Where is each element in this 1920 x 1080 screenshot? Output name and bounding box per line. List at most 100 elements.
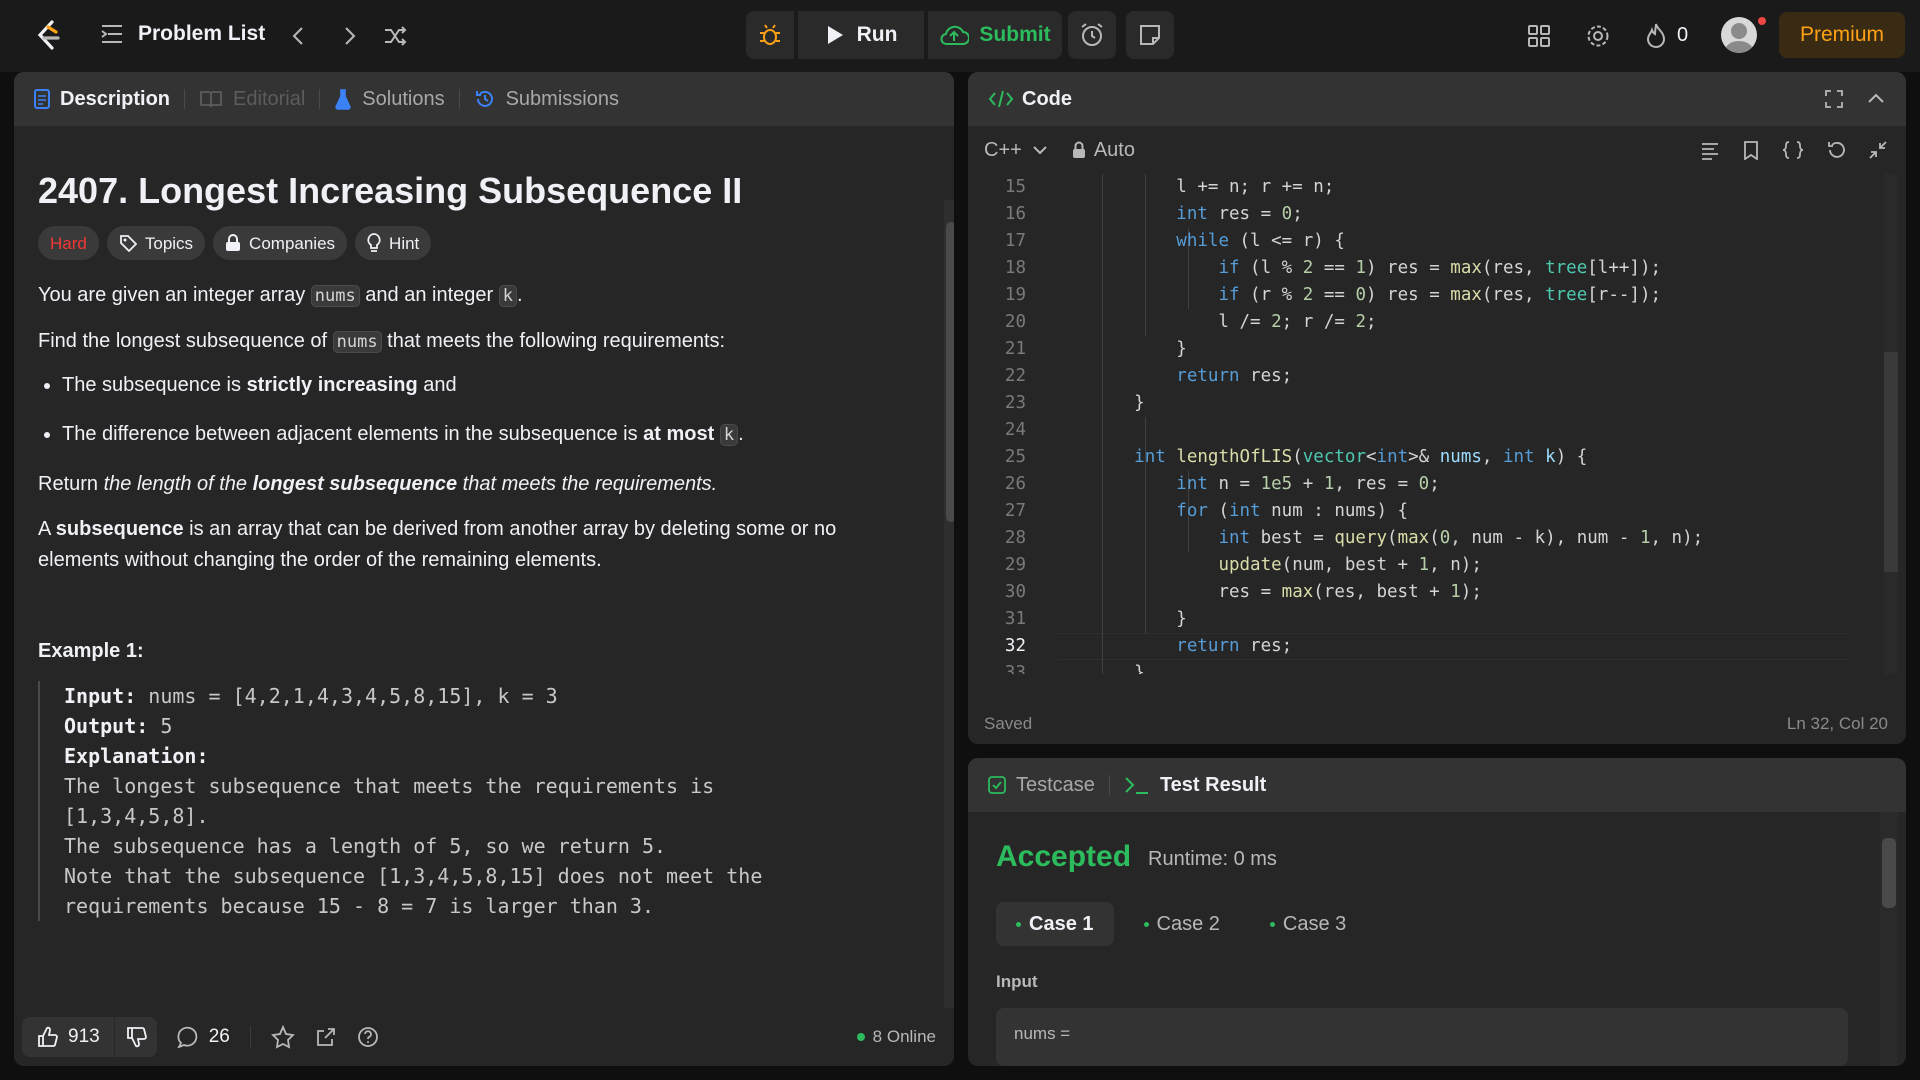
submit-button[interactable]: Submit xyxy=(928,11,1062,59)
streak-counter[interactable]: 0 xyxy=(1645,22,1688,48)
topics-chip[interactable]: Topics xyxy=(106,226,206,260)
topics-label: Topics xyxy=(144,233,194,253)
top-bar: Problem List Run Submit 0 Premium xyxy=(0,0,1920,72)
curly-braces-icon[interactable] xyxy=(1782,140,1804,160)
description-footer: 913 26 8 Online xyxy=(14,1008,954,1066)
debug-button[interactable] xyxy=(746,11,794,59)
submit-label: Submit xyxy=(979,23,1051,46)
case-tab-1[interactable]: Case 1 xyxy=(996,902,1114,946)
help-button[interactable] xyxy=(357,1026,379,1048)
code-line: 26 int n = 1e5 + 1, res = 0; xyxy=(1004,474,1440,494)
like-button[interactable]: 913 xyxy=(22,1017,115,1057)
case-tab-3[interactable]: Case 3 xyxy=(1250,902,1366,946)
code-line: 20 l /= 2; r /= 2; xyxy=(1004,312,1377,332)
lightbulb-icon xyxy=(367,233,381,253)
auto-mode[interactable]: Auto xyxy=(1072,139,1135,162)
run-label: Run xyxy=(856,23,898,46)
code-line: 25 int lengthOfLIS(vector<int>& nums, in… xyxy=(1004,447,1588,467)
chevron-down-icon xyxy=(1032,144,1048,156)
hint-chip[interactable]: Hint xyxy=(355,226,432,260)
streak-count: 0 xyxy=(1677,23,1689,46)
book-icon xyxy=(199,89,223,109)
companies-chip[interactable]: Companies xyxy=(213,226,348,260)
comment-icon xyxy=(177,1026,199,1048)
checkbox-icon xyxy=(988,776,1006,794)
tab-solutions-label: Solutions xyxy=(362,87,445,110)
description-tabs: Description Editorial Solutions Submissi… xyxy=(14,72,954,126)
problem-tags: Hard Topics Companies Hint xyxy=(38,226,908,260)
share-button[interactable] xyxy=(315,1026,337,1048)
shuffle-icon[interactable] xyxy=(382,22,410,50)
comment-count: 26 xyxy=(208,1026,230,1047)
case-tabs: Case 1 Case 2 Case 3 xyxy=(996,902,1366,946)
settings-gear-icon[interactable] xyxy=(1584,22,1612,50)
comments-button[interactable]: 26 xyxy=(177,1026,230,1048)
run-button[interactable]: Run xyxy=(798,11,924,59)
problem-list-button[interactable]: Problem List xyxy=(100,22,265,46)
tab-submissions-label: Submissions xyxy=(505,87,619,110)
code-line: 21 } xyxy=(1004,339,1187,359)
minimize-arrows-icon[interactable] xyxy=(1868,140,1888,160)
code-line: 27 for (int num : nums) { xyxy=(1004,501,1409,521)
prev-problem-icon[interactable] xyxy=(284,22,312,50)
avatar[interactable] xyxy=(1721,17,1757,53)
bookmark-icon[interactable] xyxy=(1742,140,1760,160)
code-line: 29 update(num, best + 1, n); xyxy=(1004,555,1482,575)
tab-description-label: Description xyxy=(60,87,171,110)
problem-list-label: Problem List xyxy=(138,22,266,45)
code-editor[interactable]: 15 l += n; r += n; 16 int res = 0; 17 wh… xyxy=(968,174,1906,674)
code-line: 28 int best = query(max(0, num - k), num… xyxy=(1004,528,1704,548)
tab-editorial-label: Editorial xyxy=(233,87,306,110)
code-line: 17 while (l <= r) { xyxy=(1004,231,1345,251)
input-value-box: nums = xyxy=(996,1008,1848,1066)
code-line: 15 l += n; r += n; xyxy=(1004,177,1335,197)
collapse-chevron-up-icon[interactable] xyxy=(1866,89,1886,109)
hint-label: Hint xyxy=(389,233,420,253)
test-panel-tabs: Testcase Test Result xyxy=(968,758,1906,812)
flame-icon xyxy=(1645,22,1667,48)
pass-dot-icon xyxy=(1143,921,1149,927)
like-count: 913 xyxy=(68,1026,100,1047)
language-select[interactable]: C++ xyxy=(984,139,1048,162)
tab-testcase[interactable]: Testcase xyxy=(988,774,1095,797)
bug-icon xyxy=(758,23,782,47)
code-panel-title: Code xyxy=(1022,87,1072,110)
maximize-icon[interactable] xyxy=(1824,89,1844,109)
tab-test-result[interactable]: Test Result xyxy=(1124,774,1266,797)
reset-undo-icon[interactable] xyxy=(1826,140,1846,160)
next-problem-icon[interactable] xyxy=(336,22,364,50)
dislike-button[interactable] xyxy=(115,1026,157,1048)
test-scrollbar-thumb[interactable] xyxy=(1882,838,1896,908)
notes-button[interactable] xyxy=(1126,11,1174,59)
tab-description[interactable]: Description xyxy=(34,88,170,111)
case-tab-2[interactable]: Case 2 xyxy=(1124,902,1240,946)
play-icon xyxy=(825,24,845,46)
description-scrollbar-thumb[interactable] xyxy=(946,222,954,522)
paragraph-4: A subsequence is an array that can be de… xyxy=(38,518,837,571)
problem-description: 2407. Longest Increasing Subsequence II … xyxy=(38,158,908,921)
vote-box: 913 xyxy=(22,1017,157,1057)
note-icon xyxy=(1138,23,1162,47)
example-block: Input: nums = [4,2,1,4,3,4,5,8,15], k = … xyxy=(38,681,908,921)
tab-submissions[interactable]: Submissions xyxy=(474,88,619,111)
favorite-button[interactable] xyxy=(270,1025,295,1049)
tab-testcase-label: Testcase xyxy=(1016,773,1095,796)
tab-solutions[interactable]: Solutions xyxy=(334,87,445,111)
leetcode-logo-icon[interactable] xyxy=(30,18,66,54)
tab-editorial[interactable]: Editorial xyxy=(199,88,305,111)
description-panel: Description Editorial Solutions Submissi… xyxy=(14,72,954,1066)
requirements-list: The subsequence is strictly increasing a… xyxy=(38,370,908,451)
thumbs-down-icon xyxy=(125,1026,147,1048)
star-icon xyxy=(270,1025,295,1049)
premium-button[interactable]: Premium xyxy=(1779,12,1905,58)
editor-scrollbar-thumb[interactable] xyxy=(1884,352,1898,572)
format-lines-icon[interactable] xyxy=(1700,140,1720,160)
external-link-icon xyxy=(315,1026,337,1048)
code-line: 18 if (l % 2 == 1) res = max(res, tree[l… xyxy=(1004,258,1662,278)
layout-grid-icon[interactable] xyxy=(1525,22,1553,50)
online-dot-icon xyxy=(856,1033,865,1041)
example-title: Example 1: xyxy=(38,640,144,662)
lock-icon xyxy=(225,234,241,252)
timer-button[interactable] xyxy=(1068,11,1116,59)
code-line: 22 return res; xyxy=(1004,366,1293,386)
